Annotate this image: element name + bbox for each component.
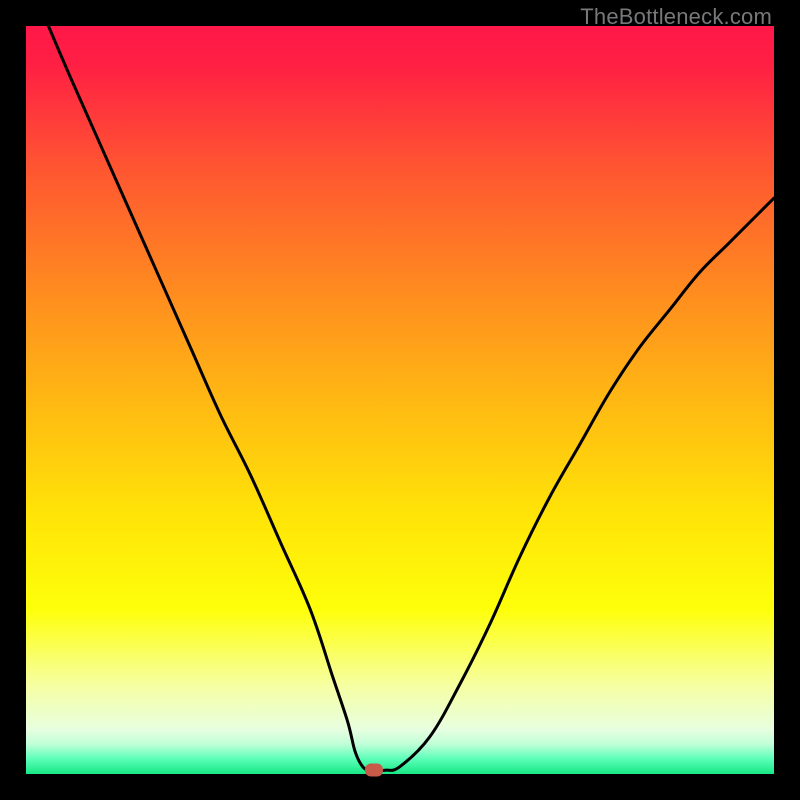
- watermark-text: TheBottleneck.com: [580, 4, 772, 30]
- plot-area: [26, 26, 774, 774]
- chart-frame: TheBottleneck.com: [0, 0, 800, 800]
- curve-svg: [26, 26, 774, 774]
- optimum-marker: [365, 763, 383, 776]
- bottleneck-curve-path: [48, 26, 774, 771]
